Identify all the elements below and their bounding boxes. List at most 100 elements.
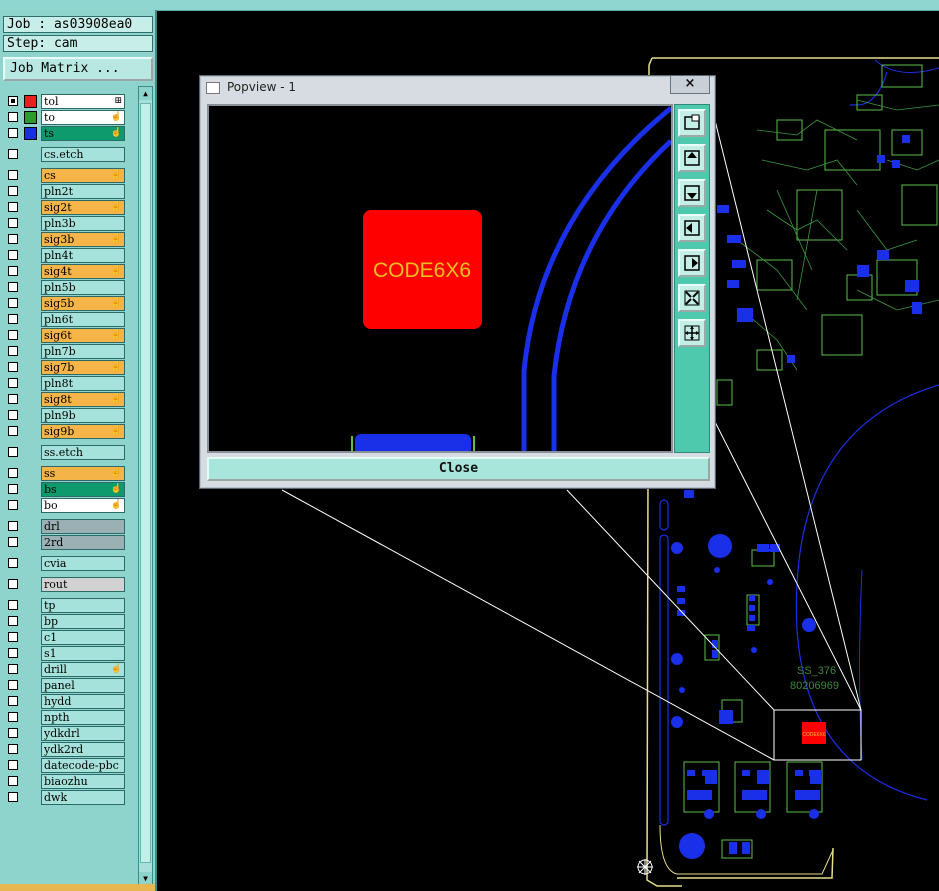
layer-checkbox[interactable] [8,696,18,706]
layer-checkbox[interactable] [8,760,18,770]
layer-row-sig6t[interactable]: sig6t ☝ [4,328,134,343]
layer-row-drl[interactable]: drl [4,519,134,534]
layer-name[interactable]: npth [41,710,125,725]
layer-row-ss[interactable]: ss ☝ [4,466,134,481]
layer-row-pln2t[interactable]: pln2t [4,184,134,199]
layer-row-ydk2rd[interactable]: ydk2rd [4,742,134,757]
layer-checkbox[interactable] [8,330,18,340]
layer-name[interactable]: cs ☝ [41,168,125,183]
layer-name[interactable]: sig2t ☝ [41,200,125,215]
layer-checkbox[interactable] [8,579,18,589]
layer-name[interactable]: pln7b [41,344,125,359]
layer-name[interactable]: tol ⊞ [41,94,125,109]
layer-checkbox[interactable] [8,537,18,547]
layer-checkbox[interactable] [8,744,18,754]
layer-name[interactable]: ts ☝ [41,126,125,141]
layer-checkbox[interactable] [8,680,18,690]
layer-row-pln3b[interactable]: pln3b [4,216,134,231]
layer-row-2rd[interactable]: 2rd [4,535,134,550]
layer-name[interactable]: sig9b ☝ [41,424,125,439]
job-matrix-button[interactable]: Job Matrix ... [3,57,153,81]
layer-row-bs[interactable]: bs ☝ [4,482,134,497]
layer-checkbox[interactable] [8,362,18,372]
layer-name[interactable]: bs ☝ [41,482,125,497]
layer-row-pln6t[interactable]: pln6t [4,312,134,327]
layer-name[interactable]: bo ☝ [41,498,125,513]
close-button[interactable]: Close [207,457,710,481]
layer-row-ts[interactable]: ts ☝ [4,126,134,141]
scroll-up-arrow-icon[interactable]: ▲ [139,87,152,100]
layer-checkbox[interactable] [8,96,18,106]
layer-checkbox[interactable] [8,468,18,478]
layer-row-c1[interactable]: c1 [4,630,134,645]
layer-row-rout[interactable]: rout [4,577,134,592]
layer-checkbox[interactable] [8,186,18,196]
layer-checkbox[interactable] [8,632,18,642]
layer-row-biaozhu[interactable]: biaozhu [4,774,134,789]
layer-row-pln9b[interactable]: pln9b [4,408,134,423]
zoom-window-button[interactable] [678,109,706,137]
layer-row-cs-etch[interactable]: cs.etch [4,147,134,162]
layer-row-sig7b[interactable]: sig7b ☝ [4,360,134,375]
layer-name[interactable]: ss.etch [41,445,125,460]
layer-name[interactable]: pln3b [41,216,125,231]
layer-checkbox[interactable] [8,250,18,260]
layer-checkbox[interactable] [8,500,18,510]
layer-name[interactable]: rout [41,577,125,592]
layer-checkbox[interactable] [8,521,18,531]
layer-row-cs[interactable]: cs ☝ [4,168,134,183]
layer-name[interactable]: pln2t [41,184,125,199]
layer-checkbox[interactable] [8,616,18,626]
layer-checkbox[interactable] [8,128,18,138]
layer-name[interactable]: dwk [41,790,125,805]
layer-row-sig9b[interactable]: sig9b ☝ [4,424,134,439]
layer-row-datecode-pbc[interactable]: datecode-pbc [4,758,134,773]
layer-checkbox[interactable] [8,648,18,658]
layer-row-sig4t[interactable]: sig4t ☝ [4,264,134,279]
layer-name[interactable]: bp [41,614,125,629]
layer-row-bp[interactable]: bp [4,614,134,629]
layer-name[interactable]: s1 [41,646,125,661]
layer-row-bo[interactable]: bo ☝ [4,498,134,513]
layer-row-sig8t[interactable]: sig8t ☝ [4,392,134,407]
pan-down-button[interactable] [678,179,706,207]
layer-checkbox[interactable] [8,378,18,388]
layer-checkbox[interactable] [8,664,18,674]
layer-name[interactable]: 2rd [41,535,125,550]
layer-name[interactable]: cvia [41,556,125,571]
layer-name[interactable]: ydk2rd [41,742,125,757]
layer-name[interactable]: pln4t [41,248,125,263]
layer-name[interactable]: sig8t ☝ [41,392,125,407]
layer-row-tol[interactable]: tol ⊞ [4,94,134,109]
layer-checkbox[interactable] [8,282,18,292]
layer-color-swatch[interactable] [24,111,37,124]
layer-checkbox[interactable] [8,447,18,457]
layer-name[interactable]: pln8t [41,376,125,391]
layer-checkbox[interactable] [8,394,18,404]
layer-row-dwk[interactable]: dwk [4,790,134,805]
layer-name[interactable]: hydd [41,694,125,709]
layer-checkbox[interactable] [8,600,18,610]
layer-checkbox[interactable] [8,410,18,420]
popview-window[interactable]: Popview - 1 × CODE6X6 Close [199,75,716,489]
layer-checkbox[interactable] [8,266,18,276]
layer-name[interactable]: sig6t ☝ [41,328,125,343]
layer-row-cvia[interactable]: cvia [4,556,134,571]
layer-row-drill[interactable]: drill ☝ [4,662,134,677]
layer-row-s1[interactable]: s1 [4,646,134,661]
layer-name[interactable]: sig5b ☝ [41,296,125,311]
layer-row-ydkdrl[interactable]: ydkdrl [4,726,134,741]
layer-name[interactable]: to ☝ [41,110,125,125]
layer-checkbox[interactable] [8,298,18,308]
layer-row-sig3b[interactable]: sig3b ☝ [4,232,134,247]
layer-checkbox[interactable] [8,170,18,180]
layer-checkbox[interactable] [8,112,18,122]
layer-checkbox[interactable] [8,202,18,212]
layer-row-to[interactable]: to ☝ [4,110,134,125]
layer-checkbox[interactable] [8,728,18,738]
popview-viewport[interactable]: CODE6X6 [207,104,673,453]
pan-up-button[interactable] [678,144,706,172]
layer-name[interactable]: pln9b [41,408,125,423]
layer-checkbox[interactable] [8,218,18,228]
layer-row-pln5b[interactable]: pln5b [4,280,134,295]
